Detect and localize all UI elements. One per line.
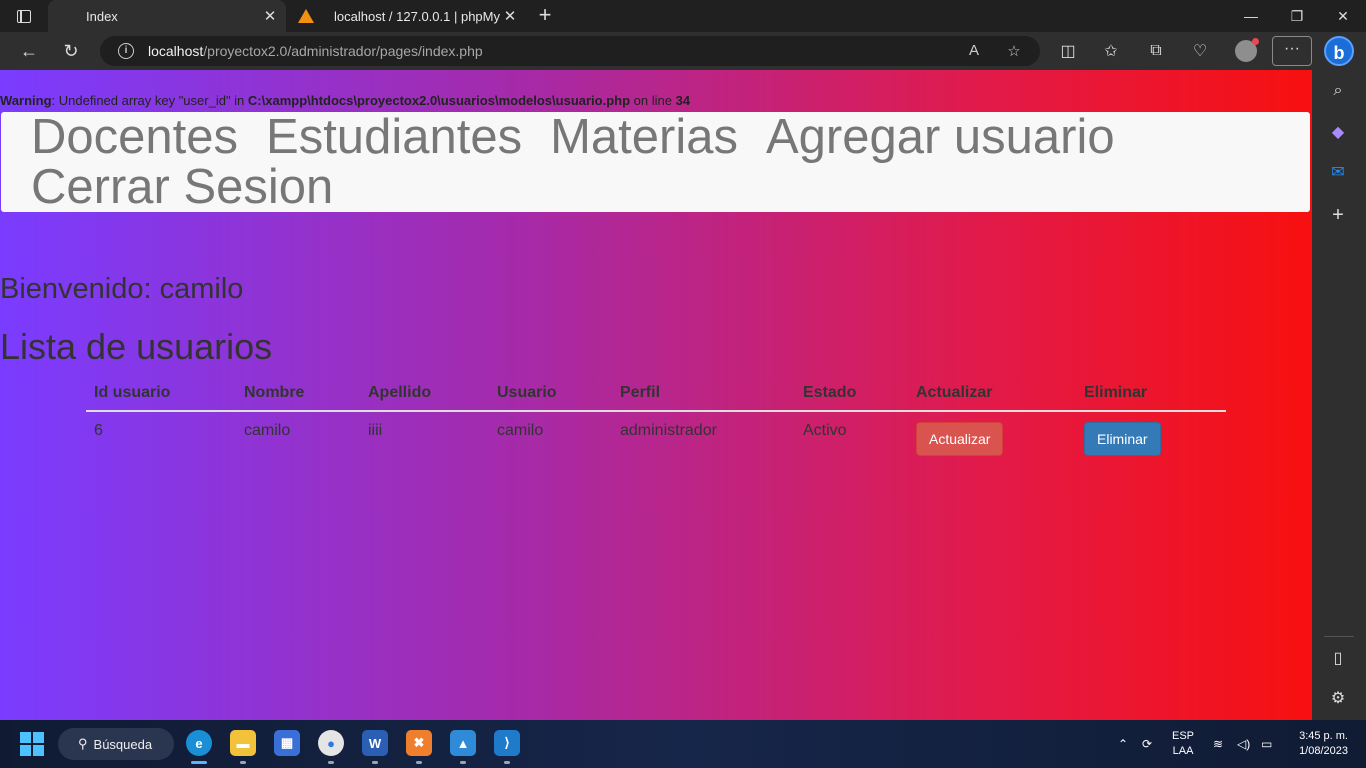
cell-eliminar: Eliminar (1076, 411, 1226, 466)
refresh-icon[interactable]: ↻ (56, 36, 86, 66)
sidebar-divider (1324, 636, 1354, 637)
new-tab-button[interactable]: + (534, 4, 556, 28)
show-hidden-icons-button[interactable]: ⌃ (1118, 720, 1128, 768)
search-icon: ⚲ (78, 736, 88, 751)
keyboard-layout: LAA (1172, 745, 1194, 757)
table-header-row: Id usuario Nombre Apellido Usuario Perfi… (86, 375, 1226, 412)
collections-icon[interactable]: ⧉ (1145, 40, 1167, 62)
update-button[interactable]: Actualizar (916, 422, 1004, 456)
clock-date: 1/08/2023 (1299, 745, 1348, 757)
column-header: Actualizar (908, 375, 1076, 412)
microsoft-store-icon[interactable]: ▦ (274, 730, 300, 756)
column-header: Eliminar (1076, 375, 1226, 412)
cell-usuario: camilo (497, 422, 544, 439)
cell-estado: Activo (803, 422, 847, 439)
nav-link-agregar-usuario[interactable]: Agregar usuario (766, 112, 1115, 162)
browser-toolbar: ← ↻ i localhost/proyectox2.0/administrad… (0, 32, 1366, 70)
nav-link-materias[interactable]: Materias (550, 112, 738, 162)
cell-id: 6 (94, 422, 103, 439)
column-header: Estado (795, 375, 908, 412)
warning-line-number: 34 (675, 93, 691, 108)
profile-avatar[interactable] (1235, 38, 1259, 62)
warning-path: C:\xampp\htdocs\proyectox2.0\usuarios\mo… (247, 93, 631, 108)
phpmyadmin-icon (298, 9, 314, 23)
add-app-icon[interactable]: + (1326, 203, 1350, 227)
column-header: Nombre (236, 375, 360, 412)
tab-title: Index (86, 8, 118, 24)
users-table: Id usuario Nombre Apellido Usuario Perfi… (86, 375, 1226, 466)
vscode-icon[interactable]: ⟩ (494, 730, 520, 764)
windows-taskbar: ⚲ Búsqueda e ▬ ▦ ● W ✖ ▲ ⟩ ⌃ ⟳ ESP LAA ≋ ◁… (0, 720, 1366, 768)
table-row: 6 camilo iiii camilo administrador Activ… (86, 411, 1226, 466)
copilot-icon[interactable]: ◆ (1326, 120, 1350, 144)
tab-title: localhost / 127.0.0.1 | phpMyAdmin (334, 8, 500, 24)
cell-apellido: iiii (368, 422, 383, 439)
users-list-title: Lista de usuarios (0, 326, 273, 367)
page-content: Warning: Undefined array key "user_id" i… (0, 70, 1312, 720)
delete-button[interactable]: Eliminar (1084, 422, 1161, 456)
volume-icon[interactable]: ◁) (1237, 720, 1250, 768)
back-arrow-icon[interactable]: ← (14, 36, 44, 66)
tab-actions-button[interactable] (0, 0, 48, 32)
favorite-star-icon[interactable]: ☆ (1004, 42, 1024, 60)
hide-sidebar-icon[interactable]: ▯ (1326, 646, 1350, 670)
cell-actualizar: Actualizar (908, 411, 1076, 466)
xampp-icon[interactable]: ✖ (406, 730, 432, 764)
photos-icon[interactable]: ▲ (450, 730, 476, 764)
warning-text: : Undefined array key "user_id" in (51, 93, 248, 108)
search-icon[interactable]: ⌕ (1326, 79, 1350, 103)
tab-actions-icon (17, 9, 31, 23)
main-nav: Docentes Estudiantes Materias Agregar usuar… (1, 112, 1310, 212)
info-icon[interactable]: i (118, 43, 134, 59)
clock-time: 3:45 p. m. (1299, 730, 1348, 742)
edge-app-icon[interactable]: e (186, 730, 212, 764)
cell-perfil: administrador (620, 422, 717, 439)
split-screen-icon[interactable]: ◫ (1057, 40, 1079, 62)
warning-label: Warning (0, 93, 52, 108)
warning-line-text: on line (630, 93, 676, 108)
system-clock[interactable]: 3:45 p. m. 1/08/2023 (1288, 729, 1348, 759)
column-header: Apellido (360, 375, 489, 412)
url-host: localhost (148, 43, 204, 59)
taskbar-search[interactable]: ⚲ Búsqueda (58, 728, 174, 760)
column-header: Perfil (612, 375, 795, 412)
column-header: Id usuario (86, 375, 236, 412)
close-window-button[interactable]: ✕ (1320, 0, 1366, 32)
favorites-icon[interactable]: ✩ (1100, 40, 1122, 62)
tab-phpmyadmin[interactable]: localhost / 127.0.0.1 | phpMyAdmin ✕ (290, 0, 526, 32)
browser-essentials-icon[interactable]: ♡ (1189, 40, 1211, 62)
welcome-heading: Bienvenido: camilo (0, 273, 244, 305)
search-label: Búsqueda (93, 736, 153, 752)
battery-icon[interactable]: ▭ (1261, 720, 1272, 768)
cell-nombre: camilo (244, 422, 291, 439)
wifi-icon[interactable]: ≋ (1213, 720, 1223, 768)
nav-link-docentes[interactable]: Docentes (31, 112, 238, 162)
word-icon[interactable]: W (362, 730, 388, 764)
file-explorer-icon[interactable]: ▬ (230, 730, 256, 764)
read-aloud-icon[interactable]: A (964, 42, 984, 59)
address-bar[interactable]: i localhost/proyectox2.0/administrador/p… (100, 36, 1040, 66)
language-code: ESP (1172, 730, 1195, 742)
windows-start-button[interactable] (20, 732, 44, 756)
settings-gear-icon[interactable]: ⚙ (1326, 686, 1350, 710)
close-tab-icon[interactable]: ✕ (500, 7, 520, 25)
url-path: /proyectox2.0/administrador/pages/index.… (203, 43, 483, 59)
php-warning: Warning: Undefined array key "user_id" i… (0, 93, 690, 108)
nav-link-estudiantes[interactable]: Estudiantes (266, 112, 522, 162)
chrome-icon[interactable]: ● (318, 730, 344, 764)
nav-link-cerrar-sesion[interactable]: Cerrar Sesion (31, 162, 333, 212)
tab-strip: Index ✕ localhost / 127.0.0.1 | phpMyAdm… (0, 0, 1366, 94)
minimize-button[interactable]: — (1228, 0, 1274, 32)
tab-index[interactable]: Index ✕ (48, 0, 286, 94)
close-tab-icon[interactable]: ✕ (260, 7, 280, 25)
column-header: Usuario (489, 375, 612, 412)
outlook-icon[interactable]: ✉ (1326, 160, 1350, 184)
more-options-button[interactable]: ··· (1272, 36, 1312, 66)
language-indicator[interactable]: ESP LAA (1172, 729, 1194, 759)
restore-button[interactable]: ❐ (1274, 0, 1320, 32)
sync-update-icon[interactable]: ⟳ (1142, 720, 1152, 768)
bing-chat-icon[interactable]: b (1324, 36, 1354, 66)
edge-sidebar: ⌕ ◆ ✉ + ▯ ⚙ (1312, 70, 1366, 720)
